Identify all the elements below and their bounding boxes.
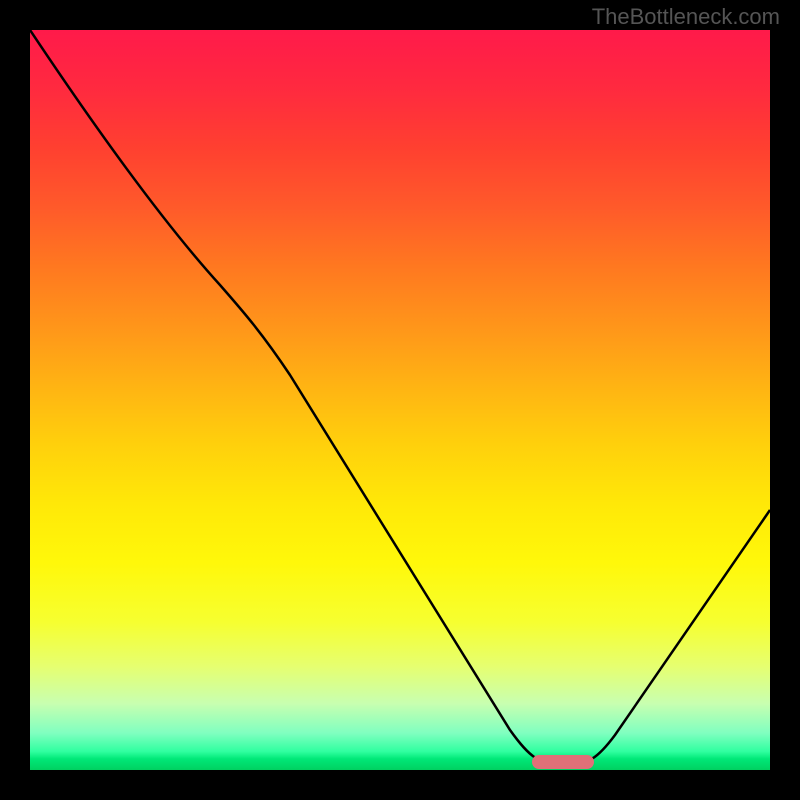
chart-plot-area: [30, 30, 770, 770]
chart-svg: [30, 30, 770, 770]
optimal-range-marker: [532, 755, 594, 769]
bottleneck-curve: [30, 30, 770, 765]
watermark-text: TheBottleneck.com: [592, 4, 780, 30]
